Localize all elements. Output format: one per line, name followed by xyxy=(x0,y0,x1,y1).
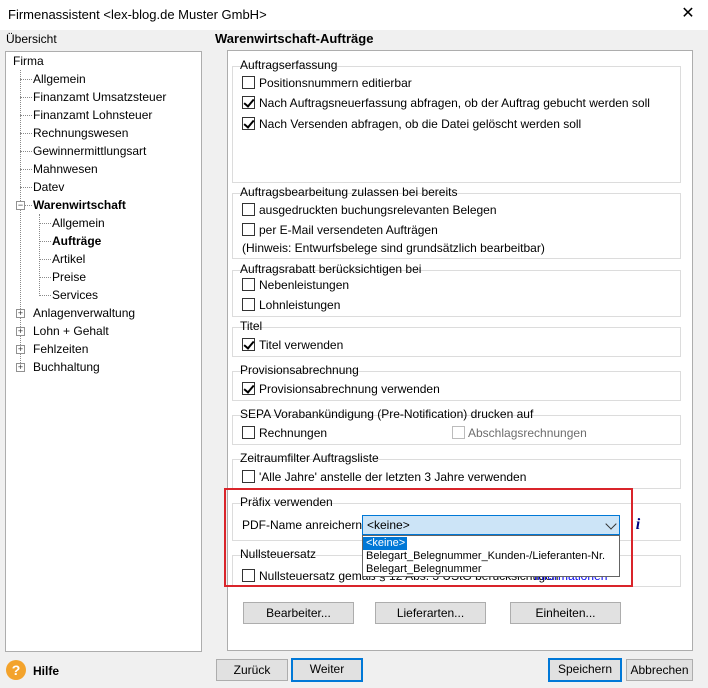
bearbeiter-button[interactable]: Bearbeiter... xyxy=(243,602,354,624)
tree-item-rechnungswesen[interactable]: Rechnungswesen xyxy=(33,124,128,142)
overview-label: Übersicht xyxy=(6,32,57,46)
checkbox-positionsnummern[interactable] xyxy=(242,76,255,89)
navigation-tree[interactable]: Firma Allgemein Finanzamt Umsatzsteuer F… xyxy=(5,51,202,652)
checkbox-label: Lohnleistungen xyxy=(259,298,341,312)
section-title: Warenwirtschaft-Aufträge xyxy=(215,31,374,46)
help-icon[interactable]: ? xyxy=(6,660,26,680)
checkbox-auftrag-buchen[interactable] xyxy=(242,96,255,109)
tree-item-anlagenverwaltung[interactable]: Anlagenverwaltung xyxy=(33,304,135,322)
tree-item-finanzamt-umsatzsteuer[interactable]: Finanzamt Umsatzsteuer xyxy=(33,88,166,106)
tree-item-mahnwesen[interactable]: Mahnwesen xyxy=(33,160,98,178)
einheiten-button[interactable]: Einheiten... xyxy=(510,602,621,624)
save-button[interactable]: Speichern xyxy=(548,658,622,682)
checkbox-rechnungen[interactable] xyxy=(242,426,255,439)
collapse-icon[interactable]: − xyxy=(16,201,25,210)
tree-item-datev[interactable]: Datev xyxy=(33,178,64,196)
tree-item-firma[interactable]: Firma xyxy=(13,52,44,70)
group-title: Auftragserfassung xyxy=(240,58,338,72)
expand-icon[interactable]: + xyxy=(16,345,25,354)
close-icon[interactable]: ✕ xyxy=(668,0,708,30)
tree-item-fehlzeiten[interactable]: Fehlzeiten xyxy=(33,340,88,358)
hint-text: (Hinweis: Entwurfsbelege sind grundsätzl… xyxy=(242,241,545,255)
group-title: Titel xyxy=(240,319,263,333)
checkbox-alle-jahre[interactable] xyxy=(242,470,255,483)
checkbox-label: Positionsnummern editierbar xyxy=(259,76,412,90)
checkbox-nebenleistungen[interactable] xyxy=(242,278,255,291)
group-title: Zeitraumfilter Auftragsliste xyxy=(240,451,379,465)
highlight-frame xyxy=(224,488,633,587)
checkbox-label: Nebenleistungen xyxy=(259,278,350,292)
tree-item-buchhaltung[interactable]: Buchhaltung xyxy=(33,358,100,376)
checkbox-label: Nach Versenden abfragen, ob die Datei ge… xyxy=(259,117,582,131)
tree-connector xyxy=(39,214,40,294)
tree-item-warenwirtschaft[interactable]: Warenwirtschaft xyxy=(33,196,126,214)
checkbox-lohnleistungen[interactable] xyxy=(242,298,255,311)
tree-item-ww-services[interactable]: Services xyxy=(52,286,98,304)
group-title: SEPA Vorabankündigung (Pre-Notification)… xyxy=(240,407,534,421)
checkbox-titel[interactable] xyxy=(242,338,255,351)
expand-icon[interactable]: + xyxy=(16,327,25,336)
lieferarten-button[interactable]: Lieferarten... xyxy=(375,602,486,624)
back-button[interactable]: Zurück xyxy=(216,659,288,681)
window-title: Firmenassistent <lex-blog.de Muster GmbH… xyxy=(8,7,267,22)
cancel-button[interactable]: Abbrechen xyxy=(626,659,693,681)
title-bar: Firmenassistent <lex-blog.de Muster GmbH… xyxy=(0,0,708,30)
checkbox-abschlagsrechnungen[interactable] xyxy=(452,426,465,439)
checkbox-label: Abschlagsrechnungen xyxy=(468,426,587,440)
tree-item-finanzamt-lohnsteuer[interactable]: Finanzamt Lohnsteuer xyxy=(33,106,152,124)
tree-item-lohn-gehalt[interactable]: Lohn + Gehalt xyxy=(33,322,109,340)
checkbox-email-versendet[interactable] xyxy=(242,223,255,236)
group-title: Provisionsabrechnung xyxy=(240,363,359,377)
checkbox-label: per E-Mail versendeten Aufträgen xyxy=(259,223,438,237)
checkbox-label: ausgedruckten buchungsrelevanten Belegen xyxy=(259,203,497,217)
tree-item-ww-auftraege[interactable]: Aufträge xyxy=(52,232,101,250)
group-title: Auftragsrabatt berücksichtigen bei xyxy=(240,262,422,276)
tree-item-ww-artikel[interactable]: Artikel xyxy=(52,250,85,268)
group-title: Auftragsbearbeitung zulassen bei bereits xyxy=(240,185,458,199)
checkbox-label: Nach Auftragsneuerfassung abfragen, ob d… xyxy=(259,96,650,110)
next-button[interactable]: Weiter xyxy=(291,658,363,682)
checkbox-label: Titel verwenden xyxy=(259,338,344,352)
checkbox-ausgedruckt[interactable] xyxy=(242,203,255,216)
checkbox-datei-loeschen[interactable] xyxy=(242,117,255,130)
info-icon[interactable]: i xyxy=(633,516,643,534)
tree-item-allgemein[interactable]: Allgemein xyxy=(33,70,86,88)
checkbox-label: Rechnungen xyxy=(259,426,328,440)
tree-item-gewinnermittlungsart[interactable]: Gewinnermittlungsart xyxy=(33,142,146,160)
expand-icon[interactable]: + xyxy=(16,309,25,318)
tree-item-ww-allgemein[interactable]: Allgemein xyxy=(52,214,105,232)
expand-icon[interactable]: + xyxy=(16,363,25,372)
checkbox-provision[interactable] xyxy=(242,382,255,395)
tree-item-ww-preise[interactable]: Preise xyxy=(52,268,86,286)
help-label[interactable]: Hilfe xyxy=(33,664,59,678)
checkbox-label: Provisionsabrechnung verwenden xyxy=(259,382,440,396)
checkbox-label: 'Alle Jahre' anstelle der letzten 3 Jahr… xyxy=(259,470,527,484)
